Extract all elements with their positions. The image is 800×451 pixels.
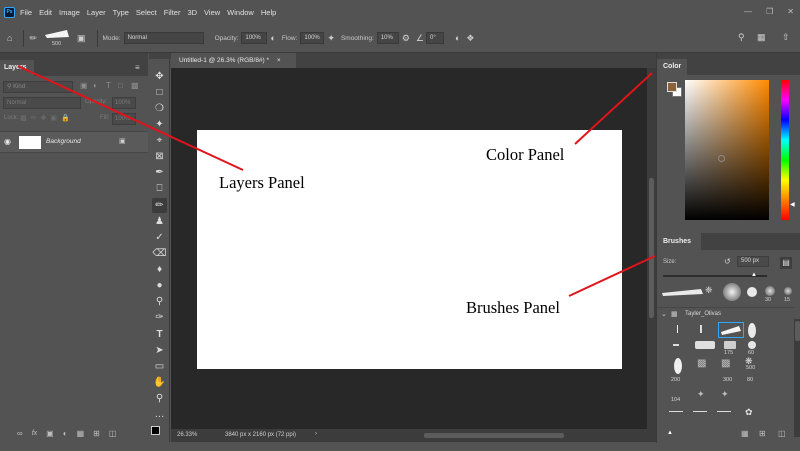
- foreground-color-swatch[interactable]: [667, 82, 677, 92]
- brushes-panel-annotation: Brushes Panel: [466, 298, 560, 317]
- brushes-annotation-line: [568, 255, 656, 297]
- color-panel-annotation: Color Panel: [486, 145, 565, 164]
- color-annotation-line: [574, 72, 653, 145]
- layers-panel-annotation: Layers Panel: [219, 173, 305, 192]
- annotation-lines: [17, 65, 656, 297]
- layers-annotation-line: [17, 65, 244, 171]
